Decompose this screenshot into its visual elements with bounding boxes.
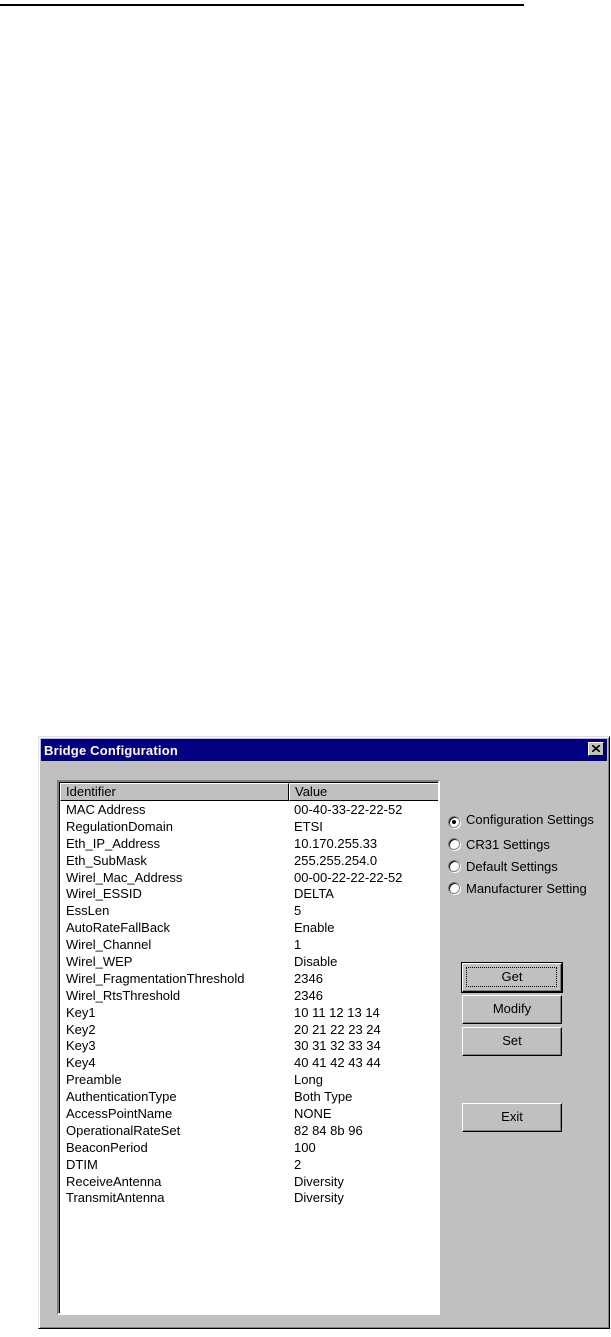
row-identifier: RegulationDomain — [66, 818, 173, 834]
row-value: 5 — [294, 903, 302, 919]
row-identifier: BeaconPeriod — [66, 1139, 148, 1155]
table-row[interactable]: Eth_IP_Address 10.170.255.33 — [60, 835, 438, 853]
row-identifier: ReceiveAntenna — [66, 1173, 162, 1189]
row-identifier: Key1 — [66, 1004, 96, 1020]
radio-label: Manufacturer Setting — [466, 881, 587, 896]
document-rule — [0, 4, 524, 6]
table-row[interactable]: Key3 30 31 32 33 34 — [60, 1038, 438, 1055]
table-row[interactable]: ReceiveAntenna Diversity — [60, 1173, 438, 1191]
exit-button[interactable]: Exit — [462, 1103, 562, 1132]
row-identifier: DTIM — [66, 1156, 98, 1172]
table-row[interactable]: AccessPointName NONE — [60, 1106, 438, 1123]
row-value: 2346 — [294, 970, 323, 986]
row-identifier: MAC Address — [66, 802, 146, 817]
row-identifier: Eth_IP_Address — [66, 835, 160, 851]
row-identifier: Preamble — [66, 1072, 122, 1088]
table-row[interactable]: Wirel_FragmentationThreshold 2346 — [60, 970, 438, 988]
row-identifier: Wirel_Channel — [66, 937, 152, 953]
table-row[interactable]: Eth_SubMask 255.255.254.0 — [60, 852, 438, 870]
row-value: 255.255.254.0 — [294, 852, 378, 868]
modify-button[interactable]: Modify — [462, 995, 562, 1024]
row-value: 40 41 42 43 44 — [294, 1055, 381, 1071]
row-value: 2346 — [294, 987, 323, 1003]
row-value: 30 31 32 33 34 — [294, 1038, 381, 1054]
radio-selected-dot — [452, 820, 456, 824]
radio-circle — [448, 816, 460, 828]
row-value: 10 11 12 13 14 — [294, 1004, 380, 1020]
focus-rectangle — [466, 967, 557, 987]
row-identifier: Wirel_WEP — [66, 954, 133, 970]
row-identifier: Eth_SubMask — [66, 852, 147, 868]
row-identifier: Wirel_RtsThreshold — [66, 987, 181, 1003]
column-header-identifier[interactable]: Identifier — [60, 783, 289, 801]
table-row[interactable]: DTIM 2 — [60, 1156, 438, 1174]
row-value: Enable — [294, 920, 335, 936]
row-value: Long — [294, 1072, 323, 1088]
row-value: 1 — [294, 937, 302, 953]
row-value: Diversity — [294, 1190, 344, 1206]
table-row[interactable]: Key2 20 21 22 23 24 — [60, 1021, 438, 1039]
table-row[interactable]: RegulationDomain ETSI — [60, 818, 438, 836]
row-value: 2 — [294, 1156, 302, 1172]
row-value: Both Type — [294, 1089, 353, 1105]
row-value: 20 21 22 23 24 — [294, 1021, 381, 1037]
table-row[interactable]: Key4 40 41 42 43 44 — [60, 1055, 438, 1072]
table-row[interactable]: TransmitAntenna Diversity — [60, 1190, 438, 1207]
title-bar[interactable]: Bridge Configuration — [41, 739, 607, 761]
get-button[interactable]: Get — [461, 962, 563, 993]
table-row[interactable]: EssLen 5 — [60, 903, 438, 920]
radio-label: CR31 Settings — [466, 837, 550, 852]
table-row[interactable]: Wirel_Mac_Address 00-00-22-22-22-52 — [60, 869, 438, 887]
row-value: ETSI — [294, 818, 323, 834]
radio-label: Configuration Settings — [466, 814, 594, 827]
list-header: Identifier Value — [60, 783, 438, 801]
table-row[interactable]: MAC Address 00-40-33-22-22-52 — [60, 802, 438, 819]
bridge-configuration-dialog: Bridge Configuration Identifier Value MA… — [38, 736, 610, 1329]
table-row[interactable]: OperationalRateSet 82 84 8b 96 — [60, 1122, 438, 1140]
table-row[interactable]: AuthenticationType Both Type — [60, 1089, 438, 1106]
table-row[interactable]: Wirel_Channel 1 — [60, 937, 438, 954]
radio-label: Default Settings — [466, 859, 558, 874]
radio-circle — [448, 860, 460, 872]
row-value: Diversity — [294, 1173, 344, 1189]
row-value: 10.170.255.33 — [294, 835, 378, 851]
row-identifier: EssLen — [66, 903, 110, 919]
row-identifier: Key2 — [66, 1021, 96, 1037]
row-identifier: Wirel_Mac_Address — [66, 869, 183, 885]
row-value: NONE — [294, 1106, 332, 1122]
row-value: DELTA — [294, 886, 334, 902]
table-row[interactable]: AutoRateFallBack Enable — [60, 920, 438, 937]
row-value: 00-40-33-22-22-52 — [294, 802, 403, 817]
table-row[interactable]: Wirel_RtsThreshold 2346 — [60, 987, 438, 1005]
close-button[interactable] — [588, 742, 604, 756]
radio-circle — [448, 838, 460, 850]
set-button[interactable]: Set — [462, 1027, 562, 1056]
row-identifier: Key3 — [66, 1038, 96, 1054]
close-icon — [592, 745, 600, 752]
row-identifier: Wirel_ESSID — [66, 886, 142, 902]
row-value: 00-00-22-22-22-52 — [294, 869, 403, 885]
row-identifier: OperationalRateSet — [66, 1122, 181, 1138]
row-identifier: Wirel_FragmentationThreshold — [66, 970, 245, 986]
row-value: 100 — [294, 1139, 316, 1155]
row-value: 82 84 8b 96 — [294, 1122, 363, 1138]
row-identifier: TransmitAntenna — [66, 1190, 165, 1206]
settings-list[interactable]: Identifier Value MAC Address 00-40-33-22-… — [57, 780, 440, 1315]
table-row[interactable]: Wirel_WEP Disable — [60, 954, 438, 971]
table-row[interactable]: Key1 10 11 12 13 14 — [60, 1004, 438, 1022]
row-identifier: AutoRateFallBack — [66, 920, 171, 936]
list-rows: MAC Address 00-40-33-22-22-52 RegulationDo… — [60, 802, 438, 1207]
row-identifier: AuthenticationType — [66, 1089, 177, 1105]
table-row[interactable]: Preamble Long — [60, 1072, 438, 1089]
table-row[interactable]: Wirel_ESSID DELTA — [60, 886, 438, 903]
row-identifier: Key4 — [66, 1055, 96, 1071]
row-value: Disable — [294, 954, 338, 970]
window-title: Bridge Configuration — [44, 743, 178, 758]
row-identifier: AccessPointName — [66, 1106, 173, 1122]
column-header-value[interactable]: Value — [289, 783, 438, 801]
table-row[interactable]: BeaconPeriod 100 — [60, 1139, 438, 1157]
radio-circle — [448, 882, 460, 894]
